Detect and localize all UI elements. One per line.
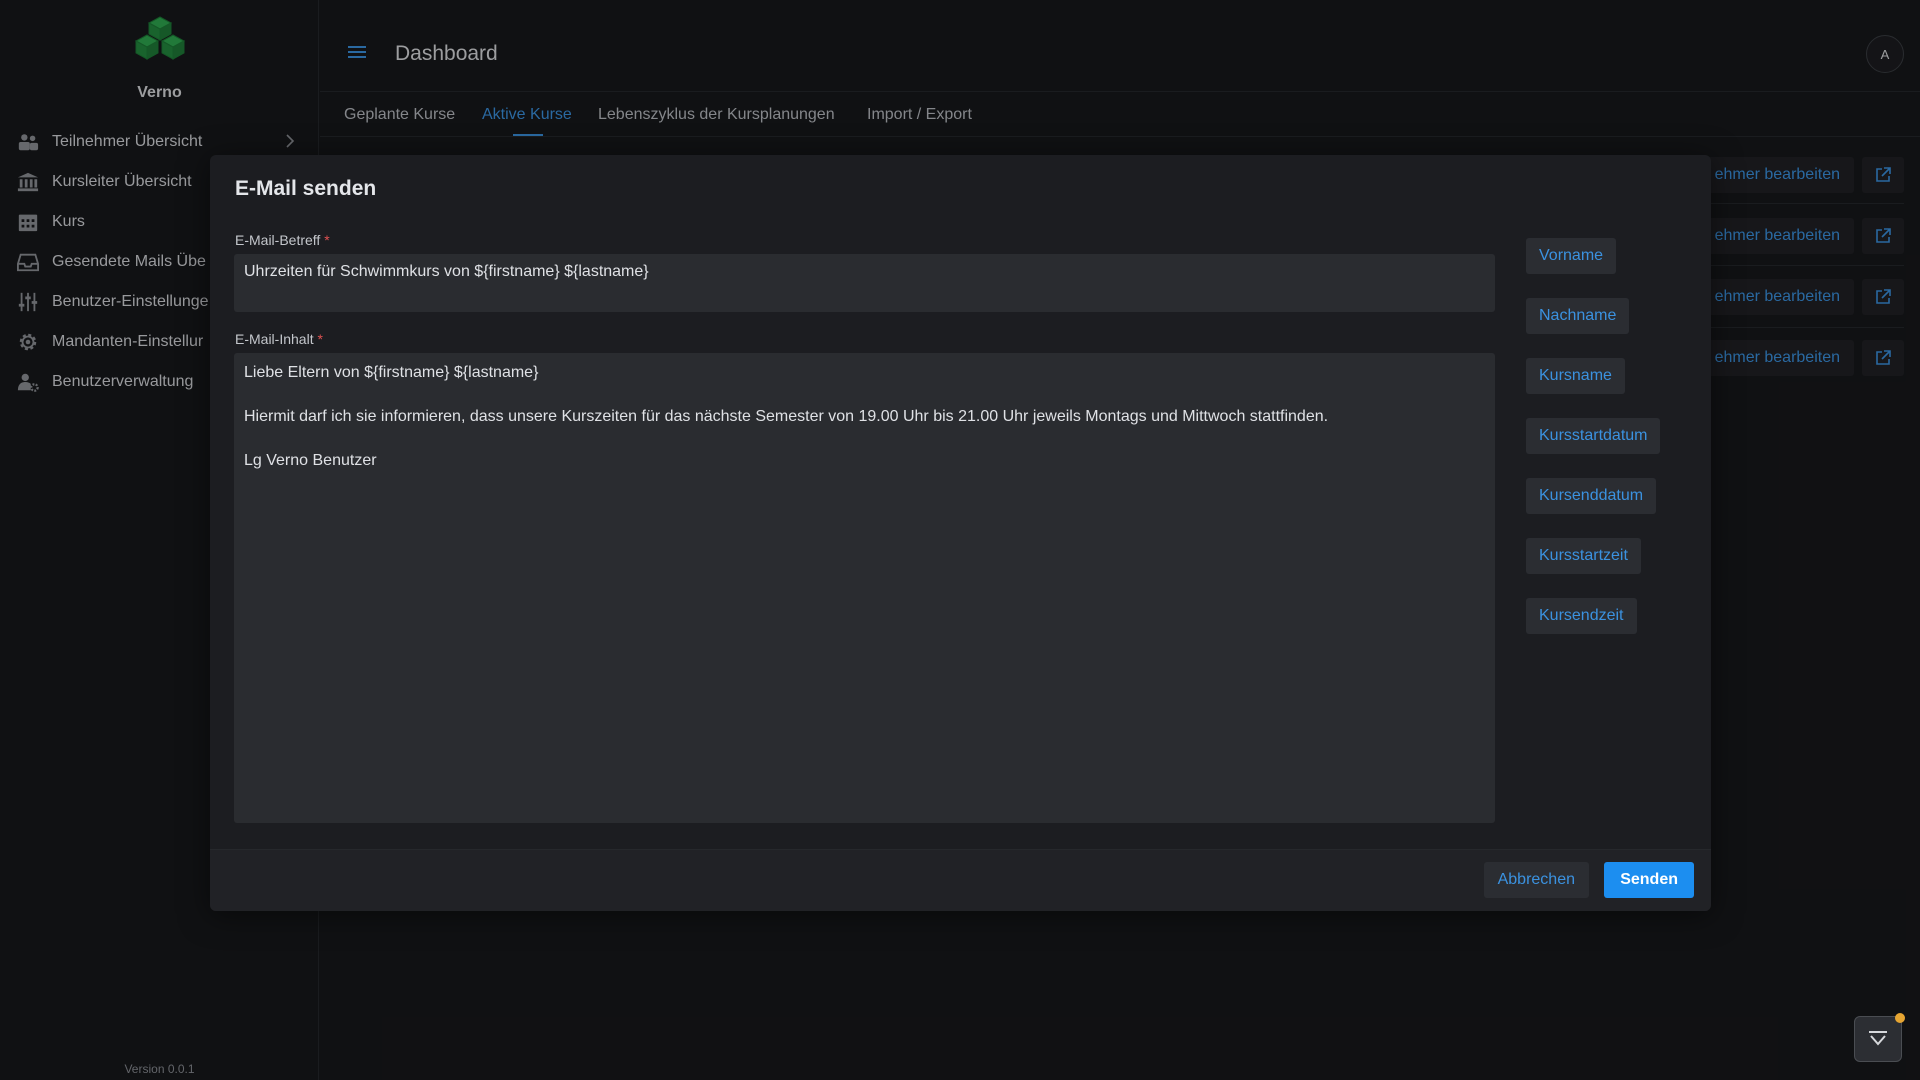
placeholder-kursstartdatum-button[interactable]: Kursstartdatum [1526, 418, 1661, 454]
required-marker: * [324, 232, 330, 248]
notification-dot [1895, 1013, 1905, 1023]
body-label: E-Mail-Inhalt * [235, 331, 323, 347]
body-line: Hiermit darf ich sie informieren, dass u… [244, 408, 1329, 425]
placeholder-vorname-button[interactable]: Vorname [1526, 238, 1617, 274]
body-line: Lg Verno Benutzer [244, 452, 377, 469]
feedback-widget-button[interactable] [1854, 1013, 1905, 1062]
dialog-footer: Abbrechen Senden [210, 849, 1711, 911]
dialog-title: E-Mail senden [235, 177, 377, 200]
placeholder-nachname-button[interactable]: Nachname [1526, 298, 1630, 334]
cancel-button[interactable]: Abbrechen [1483, 862, 1589, 898]
subject-label-text: E-Mail-Betreff [235, 232, 321, 248]
placeholder-kursenddatum-button[interactable]: Kursenddatum [1526, 478, 1657, 514]
send-button[interactable]: Senden [1604, 862, 1694, 898]
placeholder-kursname-button[interactable]: Kursname [1526, 358, 1625, 394]
body-line: Liebe Eltern von ${firstname} ${lastname… [244, 364, 539, 381]
required-marker: * [317, 331, 323, 347]
placeholder-kursstartzeit-button[interactable]: Kursstartzeit [1526, 538, 1641, 574]
body-textarea[interactable]: Liebe Eltern von ${firstname} ${lastname… [234, 353, 1495, 823]
subject-label: E-Mail-Betreff * [235, 232, 330, 248]
placeholder-kursendzeit-button[interactable]: Kursendzeit [1526, 598, 1637, 634]
send-email-dialog: E-Mail senden E-Mail-Betreff * Uhrzeiten… [210, 155, 1711, 911]
body-label-text: E-Mail-Inhalt [235, 331, 314, 347]
subject-input[interactable]: Uhrzeiten für Schwimmkurs von ${firstnam… [234, 254, 1495, 312]
chevron-down-icon [1869, 1031, 1887, 1046]
